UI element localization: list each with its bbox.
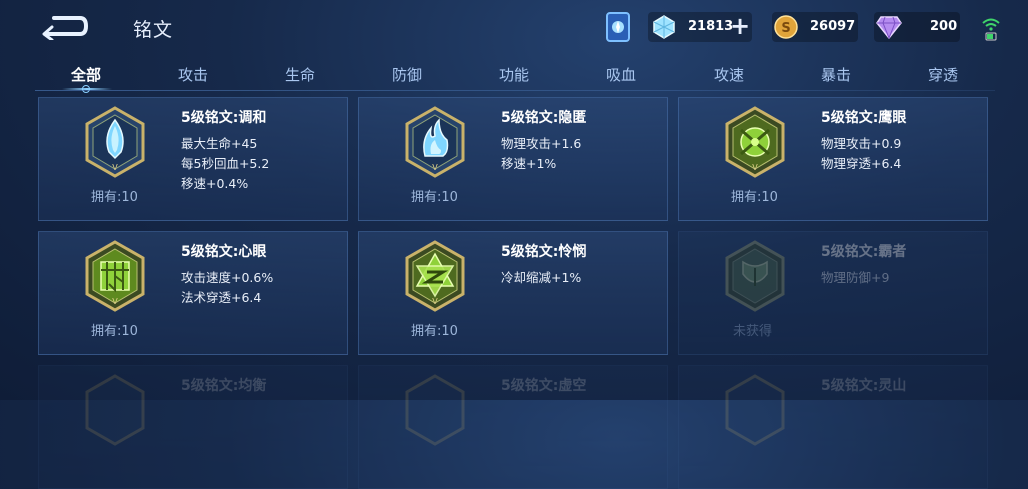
svg-text:V: V [112, 163, 118, 172]
rune-card-locked[interactable]: 未获得 5级铭文:霸者 物理防御+9 [678, 231, 988, 355]
rune-stat: 攻击速度+0.6% [181, 270, 274, 285]
active-tab-dot [82, 85, 90, 93]
rune-name: 5级铭文:虚空 [501, 378, 587, 394]
rune-card[interactable]: V 拥有:10 5级铭文:调和 最大生命+45 每5秒回血+5.2 移速+0.4… [38, 97, 348, 221]
svg-text:S: S [781, 21, 790, 36]
page-title: 铭文 [133, 19, 174, 41]
tab-attack[interactable]: 攻击 [178, 64, 208, 85]
rune-name: 5级铭文:灵山 [821, 378, 907, 394]
crystal-value: 200 [930, 19, 958, 34]
green-rune-emblem-icon: V [85, 240, 145, 312]
rune-stat: 移速+0.4% [181, 176, 249, 191]
diamond-counter: 21813 + [648, 12, 752, 42]
rune-stat: 移速+1% [501, 156, 557, 171]
blue-rune-emblem-icon [725, 374, 785, 446]
blue-rune-emblem-icon [405, 374, 465, 446]
rune-stat: 物理攻击+0.9 [821, 136, 902, 151]
rune-name: 5级铭文:心眼 [181, 244, 267, 260]
rune-name: 5级铭文:隐匿 [501, 110, 587, 126]
rune-card[interactable]: V 拥有:10 5级铭文:心眼 攻击速度+0.6% 法术穿透+6.4 [38, 231, 348, 355]
tab-divider [35, 90, 995, 91]
rune-card[interactable]: V 拥有:10 5级铭文:隐匿 物理攻击+1.6 移速+1% [358, 97, 668, 221]
rune-card[interactable]: 5级铭文:均衡 [38, 365, 348, 489]
diamond-icon [653, 15, 675, 39]
rune-stat: 每5秒回血+5.2 [181, 156, 270, 171]
rune-book-icon[interactable] [604, 10, 632, 44]
tab-attack-speed[interactable]: 攻速 [714, 64, 744, 85]
rune-stat: 物理攻击+1.6 [501, 136, 582, 151]
owned-count: 拥有:10 [91, 190, 138, 205]
gold-value: 26097 [810, 19, 856, 34]
rune-name: 5级铭文:霸者 [821, 244, 907, 260]
purple-crystal-icon [876, 16, 902, 39]
tab-utility[interactable]: 功能 [499, 64, 529, 85]
rune-name: 5级铭文:怜悯 [501, 244, 587, 260]
tab-lifesteal[interactable]: 吸血 [606, 64, 636, 85]
svg-text:V: V [432, 163, 438, 172]
gold-counter: S 26097 [772, 12, 858, 42]
not-owned-label: 未获得 [733, 324, 773, 339]
tab-crit[interactable]: 暴击 [821, 64, 851, 85]
diamond-value: 21813 [688, 19, 734, 34]
owned-count: 拥有:10 [731, 190, 778, 205]
owned-count: 拥有:10 [91, 324, 138, 339]
rune-name: 5级铭文:调和 [181, 110, 267, 126]
tab-health[interactable]: 生命 [285, 64, 315, 85]
green-rune-emblem-icon [725, 240, 785, 312]
svg-text:V: V [432, 297, 438, 306]
rune-stat: 冷却缩减+1% [501, 270, 582, 285]
svg-text:V: V [752, 163, 758, 172]
add-diamond-button[interactable]: + [730, 12, 750, 40]
wifi-battery-icon [982, 18, 1000, 41]
owned-count: 拥有:10 [411, 190, 458, 205]
rune-card[interactable]: V 拥有:10 5级铭文:鹰眼 物理攻击+0.9 物理穿透+6.4 [678, 97, 988, 221]
rune-stat: 法术穿透+6.4 [181, 290, 262, 305]
rune-card[interactable]: V 拥有:10 5级铭文:怜悯 冷却缩减+1% [358, 231, 668, 355]
category-tabs: 全部 攻击 生命 防御 功能 吸血 攻速 暴击 穿透 [0, 60, 1028, 90]
top-bar: 铭文 21813 + S 26097 200 [0, 0, 1028, 58]
tab-all[interactable]: 全部 [71, 64, 101, 85]
rune-stat: 物理穿透+6.4 [821, 156, 902, 171]
blue-rune-emblem-icon: V [405, 106, 465, 178]
crystal-counter: 200 [874, 12, 960, 42]
tab-penetration[interactable]: 穿透 [928, 64, 958, 85]
owned-count: 拥有:10 [411, 324, 458, 339]
rune-stat: 物理防御+9 [821, 270, 890, 285]
blue-rune-emblem-icon [85, 374, 145, 446]
rune-stat: 最大生命+45 [181, 136, 258, 151]
svg-text:V: V [112, 297, 118, 306]
rune-card[interactable]: 5级铭文:灵山 [678, 365, 988, 489]
rune-name: 5级铭文:均衡 [181, 378, 267, 394]
gold-coin-icon: S [774, 15, 798, 39]
rune-card[interactable]: 5级铭文:虚空 [358, 365, 668, 489]
green-rune-emblem-icon: V [405, 240, 465, 312]
rune-name: 5级铭文:鹰眼 [821, 110, 907, 126]
tab-defense[interactable]: 防御 [392, 64, 422, 85]
green-rune-emblem-icon: V [725, 106, 785, 178]
back-arrow-icon[interactable] [40, 12, 90, 40]
blue-rune-emblem-icon: V [85, 106, 145, 178]
